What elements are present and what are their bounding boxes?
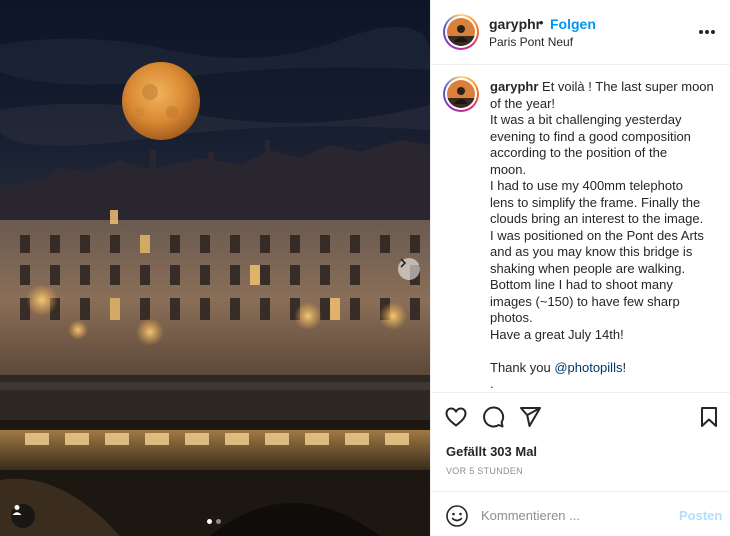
moon [122,62,200,140]
caption-line: lens to simplify the frame. Finally the [490,194,701,210]
carousel-indicator [207,519,221,524]
next-slide-button[interactable] [398,258,420,280]
comment-input[interactable] [481,505,671,525]
caption-line: I was positioned on the Pont des Arts [490,227,704,243]
chevron-right-icon [400,258,407,268]
mention-link[interactable]: @photopills [554,360,622,375]
like-count[interactable]: Gefällt 303 Mal [446,444,537,459]
caption-line: It was a bit challenging yesterday [490,112,682,127]
comment-bar: Posten [431,491,730,536]
tagged-users-button[interactable] [11,504,35,528]
caption-line: and as you may know this bridge is [490,244,693,259]
post-comment-button[interactable]: Posten [679,508,722,523]
caption-line: shaking when people are walking. [490,260,686,276]
caption-line: I had to use my 400mm telephoto [490,178,683,193]
caption-trailing: . [490,376,494,391]
caption-username[interactable]: garyphr [490,79,538,94]
caption-text: garyphr Et voilà ! The last super moon o… [490,79,718,392]
separator-dot: • [539,15,544,30]
comment-button[interactable] [481,405,505,429]
comment-icon [483,406,505,428]
author-username[interactable]: garyphr [489,16,541,32]
caption-line: photos. [490,310,533,325]
heart-icon [445,407,467,427]
carousel-dot-active [207,519,212,524]
post-photo[interactable] [0,0,430,536]
action-bar [431,392,730,440]
caption-line: Have a great July 14th! [490,326,624,342]
caption-line: clouds bring an interest to the image. [490,211,704,226]
post-header: garyphr • Folgen Paris Pont Neuf [431,0,730,65]
caption-line: moon. [490,161,527,177]
save-button[interactable] [697,405,721,429]
caption-line: Et voilà ! The last super moon [542,79,714,94]
caption-line: images (~150) to have few sharp [490,293,680,309]
carousel-dot [216,519,221,524]
follow-button[interactable]: Folgen [550,16,596,32]
caption-line: according to the position of the [490,145,668,160]
caption-section: garyphr Et voilà ! The last super moon o… [431,66,730,392]
avatar-image [447,18,475,46]
post-location[interactable]: Paris Pont Neuf [489,35,573,49]
emoji-icon[interactable] [445,504,469,528]
bookmark-icon [701,407,717,427]
caption-line: of the year! [490,95,556,111]
user-tag-icon [12,505,22,515]
thanks-suffix: ! [622,359,627,375]
post-panel: garyphr • Folgen Paris Pont Neuf garyphr… [430,0,730,536]
photo-scene [0,26,430,536]
caption-line: Bottom line I had to shoot many [490,277,673,292]
share-button[interactable] [518,405,542,429]
caption-avatar[interactable] [443,76,479,112]
paper-plane-icon [520,407,541,427]
post-timestamp[interactable]: VOR 5 STUNDEN [446,466,523,476]
avatar-image [447,80,475,108]
caption-line: evening to find a good composition [490,128,691,144]
more-options-icon[interactable] [697,22,717,42]
thanks-text: Thank you [490,359,555,375]
author-avatar[interactable] [443,14,479,50]
like-button[interactable] [444,405,468,429]
